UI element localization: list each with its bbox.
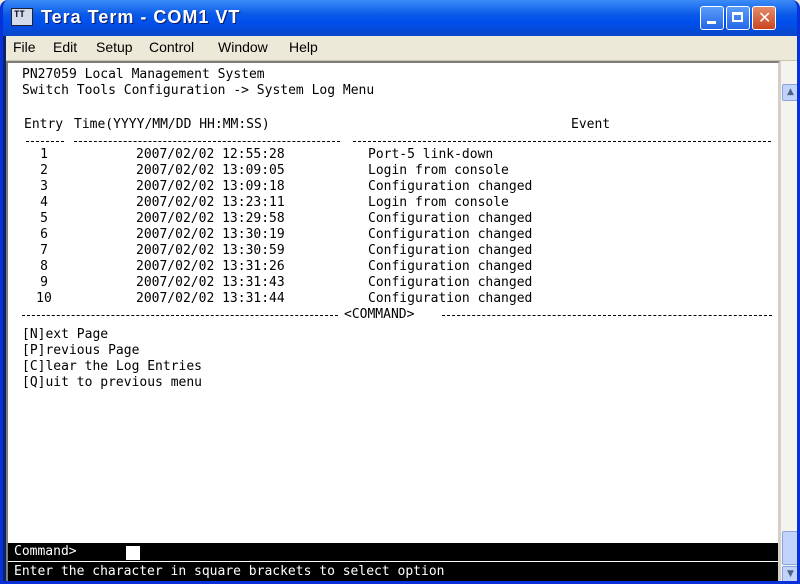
menu-control[interactable]: Control	[149, 39, 194, 55]
entry-number: 2	[40, 163, 48, 178]
system-name: PN27059 Local Management System	[22, 67, 265, 82]
command-divider-left	[22, 315, 338, 316]
entry-time: 2007/02/02 13:31:44	[136, 291, 285, 306]
header-time: Time(YYYY/MM/DD HH:MM:SS)	[74, 117, 270, 132]
header-entry: Entry	[24, 117, 64, 132]
entry-event: Configuration changed	[368, 275, 533, 290]
log-row: 3 2007/02/02 13:09:18 Configuration chan…	[8, 179, 768, 195]
status-message: Enter the character in square brackets t…	[14, 564, 445, 579]
entry-event: Configuration changed	[368, 179, 533, 194]
entry-underline	[26, 141, 64, 142]
entry-number: 5	[40, 211, 48, 226]
command-divider: <COMMAND>	[344, 307, 415, 322]
entry-event: Login from console	[368, 163, 509, 178]
log-row: 5 2007/02/02 13:29:58 Configuration chan…	[8, 211, 768, 227]
entry-number: 4	[40, 195, 48, 210]
header-event: Event	[571, 117, 611, 132]
tera-term-app-icon[interactable]	[11, 8, 33, 26]
entry-time: 2007/02/02 12:55:28	[136, 147, 285, 162]
entry-event: Configuration changed	[368, 291, 533, 306]
entry-number: 1	[40, 147, 48, 162]
text-cursor	[126, 546, 140, 560]
menu-window[interactable]: Window	[218, 39, 268, 55]
entry-event: Configuration changed	[368, 259, 533, 274]
command-quit: [Q]uit to previous menu	[22, 375, 203, 390]
entry-time: 2007/02/02 13:31:26	[136, 259, 285, 274]
title-bar[interactable]: Tera Term - COM1 VT	[3, 0, 797, 36]
entry-time: 2007/02/02 13:30:59	[136, 243, 285, 258]
scroll-up-icon[interactable]: ▲	[782, 84, 797, 101]
entry-event: Configuration changed	[368, 243, 533, 258]
entry-number: 9	[40, 275, 48, 290]
entry-time: 2007/02/02 13:31:43	[136, 275, 285, 290]
status-line: Enter the character in square brackets t…	[8, 562, 778, 581]
entry-event: Configuration changed	[368, 211, 533, 226]
menu-file[interactable]: File	[13, 39, 36, 55]
entry-number: 8	[40, 259, 48, 274]
entry-time: 2007/02/02 13:23:11	[136, 195, 285, 210]
log-row: 10 2007/02/02 13:31:44 Configuration cha…	[8, 291, 768, 307]
scroll-down-icon[interactable]: ▼	[782, 566, 797, 581]
entry-event: Port-5 link-down	[368, 147, 494, 162]
log-row: 6 2007/02/02 13:30:19 Configuration chan…	[8, 227, 768, 243]
log-row: 8 2007/02/02 13:31:26 Configuration chan…	[8, 259, 768, 275]
terminal-screen[interactable]: PN27059 Local Management System Switch T…	[6, 61, 780, 581]
log-row: 4 2007/02/02 13:23:11 Login from console	[8, 195, 768, 211]
entry-number: 3	[40, 179, 48, 194]
window-title: Tera Term - COM1 VT	[41, 7, 241, 27]
entry-number: 6	[40, 227, 48, 242]
entry-event: Configuration changed	[368, 227, 533, 242]
scroll-thumb[interactable]	[782, 531, 797, 565]
log-row: 2 2007/02/02 13:09:05 Login from console	[8, 163, 768, 179]
menu-edit[interactable]: Edit	[53, 39, 77, 55]
command-next-page: [N]ext Page	[22, 327, 109, 342]
entry-time: 2007/02/02 13:09:05	[136, 163, 285, 178]
breadcrumb: Switch Tools Configuration -> System Log…	[22, 83, 375, 98]
entry-time: 2007/02/02 13:09:18	[136, 179, 285, 194]
tera-term-window: Tera Term - COM1 VT File Edit Setup Cont…	[0, 0, 800, 584]
menu-help[interactable]: Help	[289, 39, 318, 55]
entry-event: Login from console	[368, 195, 509, 210]
menu-setup[interactable]: Setup	[96, 39, 133, 55]
vertical-scrollbar[interactable]: ▲ ▼	[780, 61, 797, 581]
entry-number: 7	[40, 243, 48, 258]
menu-bar: File Edit Setup Control Window Help	[6, 36, 797, 61]
log-row: 1 2007/02/02 12:55:28 Port-5 link-down	[8, 147, 768, 163]
command-line[interactable]: Command>	[8, 543, 778, 561]
command-prompt: Command>	[14, 544, 77, 559]
log-row: 9 2007/02/02 13:31:43 Configuration chan…	[8, 275, 768, 291]
entry-time: 2007/02/02 13:30:19	[136, 227, 285, 242]
close-button[interactable]	[752, 6, 776, 30]
entry-time: 2007/02/02 13:29:58	[136, 211, 285, 226]
command-clear-log: [C]lear the Log Entries	[22, 359, 203, 374]
command-previous-page: [P]revious Page	[22, 343, 140, 358]
event-underline	[353, 141, 771, 142]
log-row: 7 2007/02/02 13:30:59 Configuration chan…	[8, 243, 768, 259]
time-underline	[74, 141, 340, 142]
entry-number: 10	[36, 291, 52, 306]
command-divider-right	[442, 315, 772, 316]
minimize-button[interactable]	[700, 6, 724, 30]
maximize-button[interactable]	[726, 6, 750, 30]
